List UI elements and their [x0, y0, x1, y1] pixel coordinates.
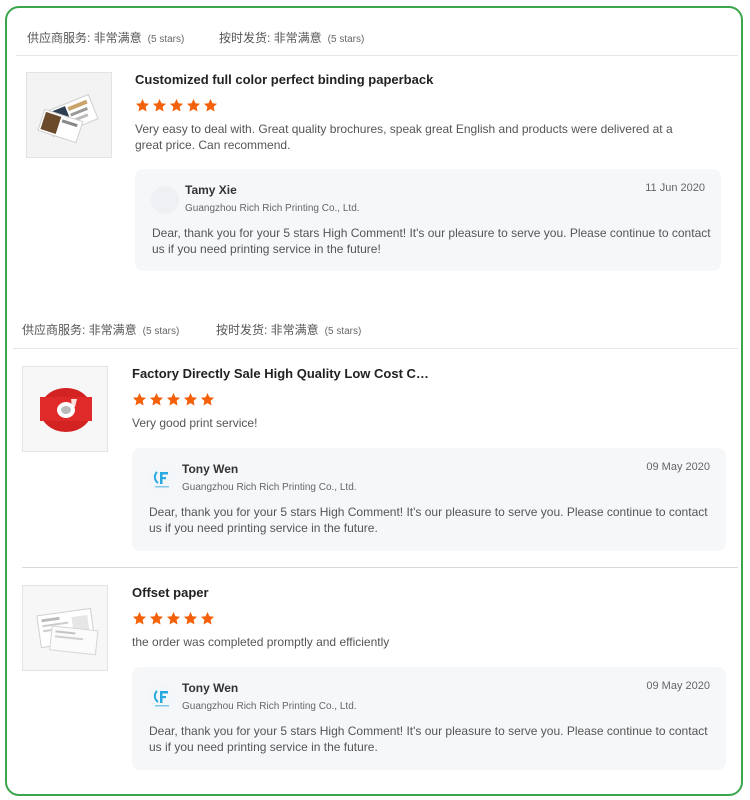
star-rating [132, 611, 215, 627]
avatar [148, 684, 176, 712]
product-title[interactable]: Customized full color perfect binding pa… [135, 72, 435, 87]
star-icon [183, 392, 198, 406]
supplier-service-count: (5 stars) [147, 34, 185, 45]
product-title[interactable]: Factory Directly Sale High Quality Low C… [132, 366, 432, 381]
star-icon [169, 98, 184, 112]
star-icon [149, 611, 164, 625]
reply-date: 09 May 2020 [646, 461, 710, 473]
star-rating [132, 392, 215, 408]
product-thumbnail[interactable] [22, 585, 108, 671]
on-time-shipping-label: 按时发货: 非常满意 [219, 31, 322, 45]
on-time-shipping-count: (5 stars) [324, 326, 362, 337]
reply-author-name: Tony Wen [182, 681, 239, 695]
star-icon [200, 392, 215, 406]
star-icon [149, 392, 164, 406]
reply-date: 09 May 2020 [646, 680, 710, 692]
supplier-service-label: 供应商服务: 非常满意 [22, 323, 137, 337]
supplier-reply: Tony Wen Guangzhou Rich Rich Printing Co… [132, 667, 726, 770]
on-time-shipping-count: (5 stars) [327, 34, 365, 45]
star-icon [152, 98, 167, 112]
supplier-service-rating: 供应商服务: 非常满意 (5 stars) [22, 321, 179, 338]
on-time-shipping-rating: 按时发货: 非常满意 (5 stars) [219, 29, 364, 46]
reply-text: Dear, thank you for your 5 stars High Co… [152, 226, 711, 256]
avatar [148, 465, 176, 493]
ratings-bar: 供应商服务: 非常满意 (5 stars) 按时发货: 非常满意 (5 stars) [27, 29, 727, 49]
review-text: Very good print service! [132, 416, 258, 430]
divider [16, 55, 738, 56]
review-text: the order was completed promptly and eff… [132, 635, 390, 649]
star-icon [186, 98, 201, 112]
star-icon [203, 98, 218, 112]
reply-author-name: Tony Wen [182, 462, 239, 476]
supplier-reply: Tamy Xie Guangzhou Rich Rich Printing Co… [135, 169, 721, 271]
reply-date: 11 Jun 2020 [645, 182, 705, 194]
product-thumbnail[interactable] [22, 366, 108, 452]
company-logo-icon [148, 465, 176, 493]
star-icon [135, 98, 150, 112]
reply-company: Guangzhou Rich Rich Printing Co., Ltd. [185, 203, 360, 214]
product-thumbnail[interactable] [26, 72, 112, 158]
reply-text: Dear, thank you for your 5 stars High Co… [149, 505, 708, 535]
avatar [151, 186, 179, 214]
reply-company: Guangzhou Rich Rich Printing Co., Ltd. [182, 482, 357, 493]
product-title[interactable]: Offset paper [132, 585, 432, 600]
reply-author-name: Tamy Xie [185, 183, 237, 197]
star-icon [132, 392, 147, 406]
divider [22, 567, 738, 568]
on-time-shipping-label: 按时发货: 非常满意 [216, 323, 319, 337]
on-time-shipping-rating: 按时发货: 非常满意 (5 stars) [216, 321, 361, 338]
star-icon [132, 611, 147, 625]
reply-company: Guangzhou Rich Rich Printing Co., Ltd. [182, 701, 357, 712]
star-icon [200, 611, 215, 625]
company-logo-icon [148, 684, 176, 712]
reply-text: Dear, thank you for your 5 stars High Co… [149, 724, 708, 754]
supplier-service-rating: 供应商服务: 非常满意 (5 stars) [27, 29, 184, 46]
supplier-service-label: 供应商服务: 非常满意 [27, 31, 142, 45]
ratings-bar: 供应商服务: 非常满意 (5 stars) 按时发货: 非常满意 (5 stars) [22, 321, 722, 341]
divider [13, 348, 738, 349]
review-text: Very easy to deal with. Great quality br… [135, 122, 673, 152]
star-rating [135, 98, 218, 114]
star-icon [183, 611, 198, 625]
star-icon [166, 611, 181, 625]
supplier-reply: Tony Wen Guangzhou Rich Rich Printing Co… [132, 448, 726, 551]
supplier-service-count: (5 stars) [142, 326, 180, 337]
reviews-panel: 供应商服务: 非常满意 (5 stars) 按时发货: 非常满意 (5 stars)… [5, 6, 743, 796]
star-icon [166, 392, 181, 406]
